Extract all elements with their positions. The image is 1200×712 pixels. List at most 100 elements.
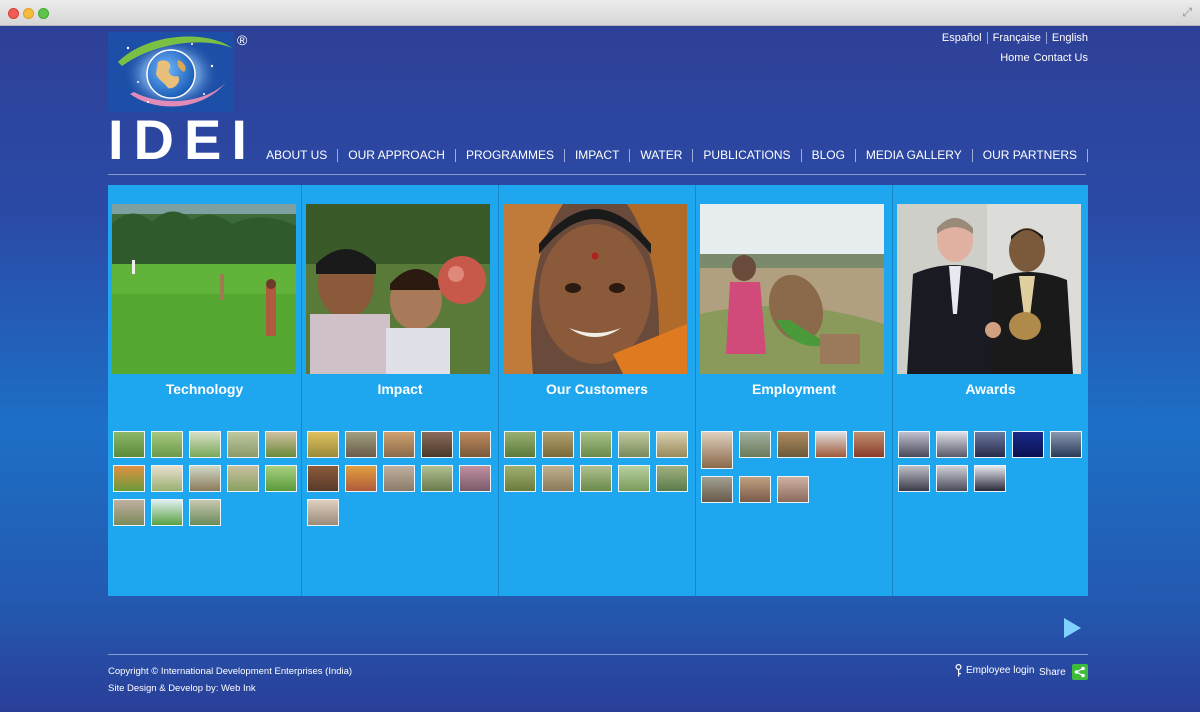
thumbnail[interactable] bbox=[227, 431, 259, 458]
thumbnail[interactable] bbox=[113, 465, 145, 492]
thumbnail[interactable] bbox=[459, 465, 491, 492]
globe-icon bbox=[108, 32, 234, 112]
thumbnail[interactable] bbox=[580, 465, 612, 492]
nav-impact[interactable]: IMPACT bbox=[565, 149, 631, 162]
thumbnail[interactable] bbox=[853, 431, 885, 458]
logo-wordmark: IDEI bbox=[108, 108, 257, 171]
thumbnail[interactable] bbox=[504, 465, 536, 492]
thumbnail[interactable] bbox=[265, 465, 297, 492]
technology-thumbnails bbox=[113, 431, 301, 526]
column-title[interactable]: Awards bbox=[893, 381, 1088, 397]
gallery-panel: Technology Impact Our Customers Employme… bbox=[108, 185, 1088, 596]
thumbnail[interactable] bbox=[189, 431, 221, 458]
footer-divider bbox=[108, 654, 1088, 655]
nav-divider bbox=[108, 174, 1086, 175]
thumbnail[interactable] bbox=[307, 465, 339, 492]
minimize-window-icon[interactable] bbox=[23, 8, 34, 19]
thumbnail[interactable] bbox=[701, 431, 733, 469]
employment-photo[interactable] bbox=[700, 204, 884, 374]
thumbnail[interactable] bbox=[265, 431, 297, 458]
thumbnail[interactable] bbox=[459, 431, 491, 458]
thumbnail[interactable] bbox=[936, 465, 968, 492]
nav-publications[interactable]: PUBLICATIONS bbox=[693, 149, 802, 162]
thumbnail[interactable] bbox=[151, 499, 183, 526]
thumbnail[interactable] bbox=[189, 465, 221, 492]
employee-login-label: Employee login bbox=[966, 665, 1035, 676]
thumbnail[interactable] bbox=[777, 476, 809, 503]
idei-logo[interactable]: ® IDEI bbox=[108, 32, 253, 168]
thumbnail[interactable] bbox=[656, 431, 688, 458]
fullscreen-icon[interactable]: ⤢ bbox=[1182, 5, 1192, 20]
thumbnail[interactable] bbox=[974, 465, 1006, 492]
thumbnail[interactable] bbox=[345, 465, 377, 492]
thumbnail[interactable] bbox=[1050, 431, 1082, 458]
thumbnail[interactable] bbox=[151, 431, 183, 458]
nav-about-us[interactable]: ABOUT US bbox=[266, 149, 339, 162]
column-title[interactable]: Employment bbox=[696, 381, 892, 397]
thumbnail[interactable] bbox=[504, 431, 536, 458]
awards-photo[interactable] bbox=[897, 204, 1081, 374]
nav-programmes[interactable]: PROGRAMMES bbox=[456, 149, 565, 162]
thumbnail[interactable] bbox=[189, 499, 221, 526]
home-link[interactable]: Home bbox=[1000, 52, 1029, 64]
main-nav: ABOUT US OUR APPROACH PROGRAMMES IMPACT … bbox=[266, 149, 1088, 162]
share-button[interactable]: Share bbox=[1039, 664, 1088, 680]
nav-water[interactable]: WATER bbox=[630, 149, 694, 162]
nav-blog[interactable]: BLOG bbox=[802, 149, 856, 162]
lang-francaise[interactable]: Française bbox=[988, 32, 1047, 44]
language-switcher: Español Française English bbox=[937, 32, 1088, 44]
our-customers-thumbnails bbox=[504, 431, 692, 492]
employee-login-link[interactable]: Employee login bbox=[955, 664, 1034, 677]
thumbnail[interactable] bbox=[618, 465, 650, 492]
site-credit[interactable]: Site Design & Develop by: Web Ink bbox=[108, 683, 256, 694]
close-window-icon[interactable] bbox=[8, 8, 19, 19]
thumbnail[interactable] bbox=[307, 431, 339, 458]
thumbnail[interactable] bbox=[580, 431, 612, 458]
column-title[interactable]: Technology bbox=[108, 381, 301, 397]
maximize-window-icon[interactable] bbox=[38, 8, 49, 19]
awards-thumbnails bbox=[898, 431, 1086, 492]
registered-mark: ® bbox=[237, 32, 248, 48]
thumbnail[interactable] bbox=[383, 431, 415, 458]
thumbnail[interactable] bbox=[113, 431, 145, 458]
thumbnail[interactable] bbox=[777, 431, 809, 458]
thumbnail[interactable] bbox=[151, 465, 183, 492]
nav-media-gallery[interactable]: MEDIA GALLERY bbox=[856, 149, 973, 162]
thumbnail[interactable] bbox=[383, 465, 415, 492]
impact-photo[interactable] bbox=[306, 204, 490, 374]
column-title[interactable]: Our Customers bbox=[499, 381, 695, 397]
nav-our-partners[interactable]: OUR PARTNERS bbox=[973, 149, 1088, 162]
thumbnail[interactable] bbox=[542, 431, 574, 458]
thumbnail[interactable] bbox=[421, 465, 453, 492]
column-awards: Awards bbox=[893, 185, 1088, 596]
key-icon bbox=[955, 664, 962, 677]
contact-link[interactable]: Contact Us bbox=[1034, 52, 1088, 64]
nav-our-approach[interactable]: OUR APPROACH bbox=[338, 149, 456, 162]
thumbnail[interactable] bbox=[739, 476, 771, 503]
column-our-customers: Our Customers bbox=[499, 185, 696, 596]
thumbnail[interactable] bbox=[345, 431, 377, 458]
column-title[interactable]: Impact bbox=[302, 381, 498, 397]
thumbnail[interactable] bbox=[974, 431, 1006, 458]
thumbnail[interactable] bbox=[898, 465, 930, 492]
thumbnail[interactable] bbox=[701, 476, 733, 503]
thumbnail[interactable] bbox=[656, 465, 688, 492]
thumbnail[interactable] bbox=[307, 499, 339, 526]
lang-english[interactable]: English bbox=[1047, 32, 1088, 44]
thumbnail[interactable] bbox=[113, 499, 145, 526]
thumbnail[interactable] bbox=[542, 465, 574, 492]
thumbnail[interactable] bbox=[227, 465, 259, 492]
copyright-text: Copyright © International Development En… bbox=[108, 666, 353, 677]
technology-photo[interactable] bbox=[112, 204, 296, 374]
thumbnail[interactable] bbox=[739, 431, 771, 458]
play-arrow-icon[interactable] bbox=[1064, 618, 1081, 638]
our-customers-photo[interactable] bbox=[503, 204, 687, 374]
thumbnail[interactable] bbox=[815, 431, 847, 458]
lang-espanol[interactable]: Español bbox=[937, 32, 988, 44]
thumbnail[interactable] bbox=[936, 431, 968, 458]
thumbnail[interactable] bbox=[898, 431, 930, 458]
column-technology: Technology bbox=[108, 185, 302, 596]
thumbnail[interactable] bbox=[1012, 431, 1044, 458]
thumbnail[interactable] bbox=[421, 431, 453, 458]
thumbnail[interactable] bbox=[618, 431, 650, 458]
